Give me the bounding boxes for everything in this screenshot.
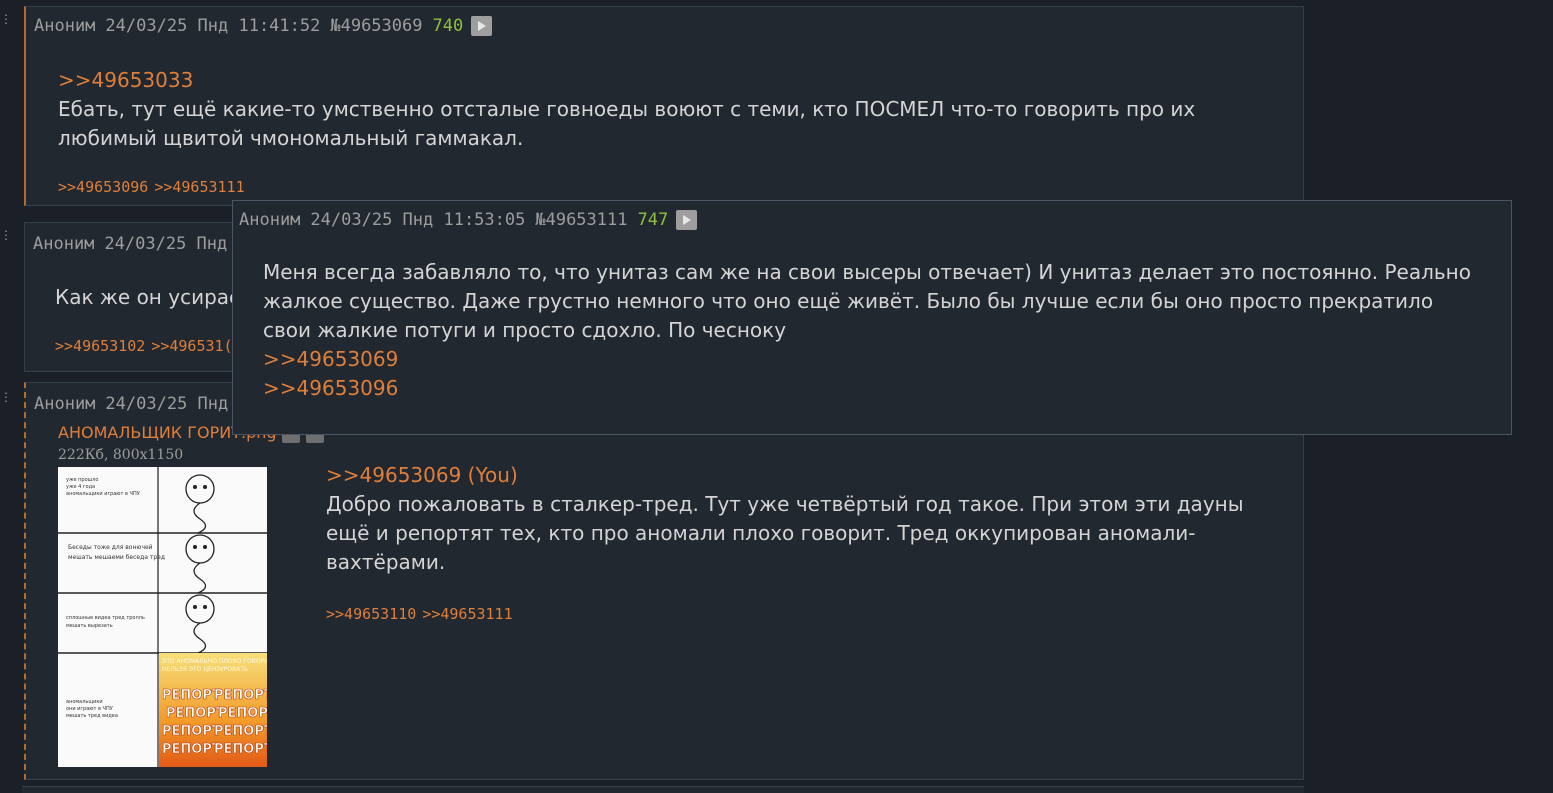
reply-ref[interactable]: >>49653102 — [55, 337, 145, 355]
post-replies: >>49653102 >>496531( — [55, 337, 239, 355]
post-author: Аноним — [239, 210, 301, 230]
post-menu-icon[interactable]: ⋮ — [0, 229, 22, 241]
post-header: Аноним 24/03/25 Пнд — [34, 393, 228, 415]
post-author: Аноним — [34, 16, 96, 36]
post-body: Меня всегда забавляло то, что унитаз сам… — [263, 258, 1483, 403]
comic-image: уже прошлоуже 4 годааномальщики играют в… — [58, 467, 267, 767]
post-text: Ебать, тут ещё какие-то умственно отстал… — [58, 97, 1196, 150]
post-count: 740 — [432, 16, 464, 36]
svg-text:мешать вырезать: мешать вырезать — [66, 623, 113, 629]
svg-text:сплошные видеа тред тролль: сплошные видеа тред тролль — [66, 615, 145, 621]
post-date: 24/03/25 Пнд — [104, 234, 228, 254]
post-header: Аноним 24/03/25 Пнд 11:41:52 №49653069 7… — [34, 15, 493, 37]
file-meta: 222Кб, 800x1150 — [58, 447, 184, 463]
post-body: >>49653069 (You) Добро пожаловать в стал… — [326, 461, 1246, 577]
svg-text:мешать тред видеа: мешать тред видеа — [66, 713, 118, 719]
post-count: 747 — [637, 210, 669, 230]
reply-link[interactable]: >>49653096 — [263, 374, 1483, 403]
svg-text:РЕПОРТ: РЕПОРТ — [218, 706, 267, 721]
svg-text:Беседы тоже для вонючей: Беседы тоже для вонючей — [68, 544, 153, 551]
reply-link[interactable]: >>49653069 — [263, 345, 1483, 374]
svg-text:аномальщики: аномальщики — [66, 699, 103, 705]
post-preview-popup: Аноним 24/03/25 Пнд 11:53:05 №49653111 7… — [232, 200, 1512, 435]
svg-text:уже прошло: уже прошло — [66, 477, 98, 483]
post-date: 24/03/25 Пнд — [105, 394, 229, 414]
post-header: Аноним 24/03/25 Пнд — [33, 233, 227, 255]
svg-text:ЭТО АНОМАЛЬНО ПЛОХО ГОВОРИТЬ: ЭТО АНОМАЛЬНО ПЛОХО ГОВОРИТЬ — [162, 658, 267, 665]
reply-ref[interactable]: >>49653110 — [326, 605, 416, 623]
reply-ref[interactable]: >>49653096 — [58, 178, 148, 196]
reply-ref[interactable]: >>496531( — [151, 337, 232, 355]
post: Аноним 24/03/25 Пнд 11:41:52 №49653069 7… — [24, 6, 1304, 206]
post-text: Как же он усирае — [55, 285, 242, 309]
post-date: 24/03/25 Пнд 11:41:52 — [105, 16, 321, 36]
reply-link[interactable]: >>49653033 — [58, 66, 1288, 95]
post-menu-icon[interactable]: ⋮ — [0, 391, 22, 403]
svg-text:РЕПОРТ: РЕПОРТ — [214, 688, 267, 703]
post-number[interactable]: №49653069 — [330, 16, 422, 36]
image-thumbnail[interactable]: уже прошло уже 4 года аномальщики играют в… — [58, 467, 267, 767]
svg-text:НЕЛЬЗЯ ЭТО ЦЕНЗУРОВАТЬ: НЕЛЬЗЯ ЭТО ЦЕНЗУРОВАТЬ — [162, 666, 248, 673]
post-author: Аноним — [33, 234, 95, 254]
svg-text:РЕПОРТ: РЕПОРТ — [162, 688, 221, 703]
svg-text:РЕПОРТ: РЕПОРТ — [162, 724, 221, 739]
post: Аноним 24/03/25 Пнд АНОМАЛЬЩИК ГОРИТ.png… — [24, 382, 1304, 780]
svg-text:уже 4 года: уже 4 года — [66, 484, 95, 490]
svg-text:РЕПОРТ: РЕПОРТ — [214, 742, 267, 757]
post-menu-icon[interactable]: ⋮ — [0, 13, 22, 25]
post-author: Аноним — [34, 394, 96, 414]
post-replies: >>49653110 >>49653111 — [326, 605, 519, 623]
play-icon[interactable] — [471, 16, 493, 36]
post-date: 24/03/25 Пнд 11:53:05 — [310, 210, 526, 230]
svg-text:они играют в ЧПУ: они играют в ЧПУ — [66, 706, 113, 712]
svg-text:РЕПОРТ: РЕПОРТ — [214, 724, 267, 739]
play-icon[interactable] — [676, 210, 698, 230]
svg-text:мешать мешаеми беседа тред: мешать мешаеми беседа тред — [68, 554, 165, 561]
reply-ref[interactable]: >>49653111 — [422, 605, 512, 623]
post-header: Аноним 24/03/25 Пнд 11:53:05 №49653111 7… — [239, 209, 698, 231]
post-text: Меня всегда забавляло то, что унитаз сам… — [263, 260, 1471, 342]
reply-ref[interactable]: >>49653111 — [154, 178, 244, 196]
post-replies: >>49653096 >>49653111 — [58, 178, 251, 196]
svg-text:РЕПОРТ: РЕПОРТ — [166, 706, 225, 721]
post-body: >>49653033 Ебать, тут ещё какие-то умств… — [58, 66, 1288, 153]
reply-link[interactable]: >>49653069 (You) — [326, 461, 1246, 490]
svg-text:аномальщики играют в ЧПУ: аномальщики играют в ЧПУ — [66, 491, 140, 497]
post-number[interactable]: №49653111 — [535, 210, 627, 230]
svg-text:РЕПОРТ: РЕПОРТ — [162, 742, 221, 757]
post-text: Добро пожаловать в сталкер-тред. Тут уже… — [326, 492, 1244, 574]
